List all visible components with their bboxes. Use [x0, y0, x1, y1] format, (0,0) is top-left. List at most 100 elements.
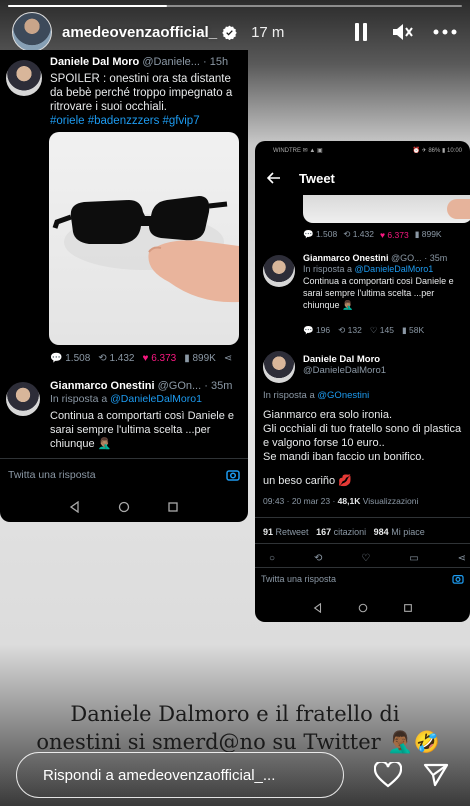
reply-author-avatar	[263, 255, 295, 287]
likes-total[interactable]: 984	[374, 527, 389, 537]
main-author: Daniele Dal Moro @DanieleDalMoro1	[303, 354, 386, 376]
in-reply-handle[interactable]: @DanieleDalMoro1	[110, 393, 202, 405]
reply-stats: 💬 196 ⟲ 132 ♡ 145 ▮ 58K	[303, 325, 424, 336]
in-reply-label: In risposta a	[263, 390, 315, 401]
views-count[interactable]: ▮ 899K	[415, 229, 442, 240]
quotes-label: citazioni	[333, 527, 367, 537]
tweet-header: Daniele Dal Moro @Daniele... · 15h	[50, 56, 242, 68]
in-reply-line: In risposta a @DanieleDalMoro1	[303, 263, 466, 275]
recents-icon[interactable]	[167, 501, 179, 513]
views-count-value: 899K	[421, 229, 442, 239]
home-icon[interactable]	[358, 603, 368, 613]
retweet-count[interactable]: ⟲ 1.432	[98, 353, 134, 364]
home-icon[interactable]	[118, 501, 130, 513]
camera-icon[interactable]	[452, 574, 464, 584]
right-tweet-screenshot: WINDTRE ✉ ▲ ▣ ⏰ ✈ 86% ▮ 10:00 Tweet 💬 1.…	[255, 141, 470, 622]
reply-placeholder[interactable]: Twitta una risposta	[261, 574, 452, 584]
tweet-stats: 💬 1.508 ⟲ 1.432 ♥ 6.373 ▮ 899K ⋖	[50, 353, 232, 364]
retweets-total[interactable]: 91	[263, 527, 273, 537]
retweet-icon[interactable]: ⟲	[314, 553, 322, 564]
reply-placeholder[interactable]: Twitta una risposta	[8, 469, 226, 481]
reply-count[interactable]: 💬 196	[303, 325, 330, 336]
main-text-1: Gianmarco era solo ironia.	[263, 409, 393, 421]
story-reply-input[interactable]: Rispondi a amedeovenzaofficial_...	[16, 752, 344, 798]
status-bar: WINDTRE ✉ ▲ ▣ ⏰ ✈ 86% ▮ 10:00	[255, 141, 470, 159]
reply-text: Continua a comportarti così Daniele e sa…	[50, 410, 235, 450]
like-count-value: 6.373	[151, 353, 177, 364]
bookmark-icon[interactable]: ▭	[409, 553, 418, 564]
story-username[interactable]: amedeovenzaofficial_	[62, 24, 217, 41]
views-count[interactable]: ▮ 58K	[402, 325, 424, 336]
in-reply-line: In risposta a @GOnestini	[263, 389, 470, 403]
reply-author-name: Gianmarco Onestini	[50, 380, 155, 392]
in-reply-handle[interactable]: @GOnestini	[317, 390, 369, 401]
views-count[interactable]: ▮ 899K	[184, 353, 216, 364]
reply-time: · 35m	[204, 380, 233, 392]
reply-count-value: 1.508	[315, 229, 338, 239]
reply-author-handle: @GO...	[391, 253, 422, 263]
reply-composer[interactable]: Twitta una risposta	[255, 567, 470, 589]
in-reply-line: In risposta a @DanieleDalMoro1	[50, 392, 242, 406]
retweet-count-value: 1.432	[352, 229, 374, 239]
share-icon[interactable]: ⋖	[458, 553, 466, 564]
tweet-photo-sunglasses	[49, 132, 239, 345]
like-count[interactable]: ♡ 145	[370, 325, 394, 336]
story-header: amedeovenzaofficial_ 17 m	[12, 12, 460, 52]
pause-icon[interactable]	[346, 17, 376, 47]
recents-icon[interactable]	[403, 603, 413, 613]
back-icon[interactable]	[313, 603, 323, 613]
back-icon[interactable]	[69, 501, 81, 513]
reply-author-name: Gianmarco Onestini	[303, 253, 389, 263]
like-count[interactable]: ♥ 6.373	[380, 230, 409, 240]
back-arrow-icon[interactable]	[267, 172, 281, 184]
camera-icon[interactable]	[226, 469, 240, 481]
retweet-count-value: 1.432	[109, 353, 135, 364]
likes-label: Mi piace	[391, 527, 425, 537]
status-left: WINDTRE ✉ ▲ ▣	[273, 147, 323, 154]
like-count[interactable]: ♥ 6.373	[142, 353, 176, 364]
retweet-count[interactable]: ⟲ 1.432	[343, 229, 374, 240]
views-count-value: 58K	[409, 325, 425, 335]
avatar[interactable]	[12, 12, 52, 52]
share-icon[interactable]: ⋖	[224, 353, 232, 364]
story-reply-placeholder: Rispondi a amedeovenzaofficial_...	[43, 766, 276, 784]
reply-count-value: 196	[315, 325, 331, 335]
main-author-avatar	[263, 351, 295, 383]
reply-count[interactable]: 💬 1.508	[50, 353, 90, 364]
quotes-total[interactable]: 167	[316, 527, 331, 537]
tweet-timestamp: 09:43 · 20 mar 23 ·	[263, 496, 336, 506]
like-icon[interactable]: ♡	[361, 553, 370, 564]
reply-header: Gianmarco Onestini @GO... · 35m	[303, 253, 466, 263]
reply-icon[interactable]: ○	[269, 553, 275, 564]
heart-icon[interactable]	[370, 757, 406, 793]
mute-icon[interactable]	[388, 17, 418, 47]
android-nav-bar	[0, 492, 248, 522]
in-reply-label: In risposta a	[50, 393, 108, 405]
views-count-value: 899K	[192, 353, 216, 364]
tweet-app-bar: Tweet	[255, 159, 470, 197]
story-caption: Daniele Dalmoro e il fratello di onestin…	[0, 700, 470, 756]
in-reply-handle[interactable]: @DanieleDalMoro1	[355, 264, 434, 274]
reply-tweet: Gianmarco Onestini @GOn... · 35m In risp…	[50, 380, 242, 451]
send-icon[interactable]	[418, 757, 454, 793]
tweet-views: 48,1K	[337, 496, 361, 506]
tweet-views-label: Visualizzazioni	[362, 496, 419, 506]
tweet: Daniele Dal Moro @Daniele... · 15h SPOIL…	[0, 50, 248, 128]
tweet-hashtags[interactable]: #oriele #badenzzzers #gfvip7	[50, 114, 242, 128]
story-progress-bar	[8, 5, 462, 7]
reply-text: Continua a comportarti così Daniele e sa…	[303, 276, 454, 310]
retweet-count[interactable]: ⟲ 132	[338, 325, 362, 336]
more-icon[interactable]	[430, 17, 460, 47]
tweet-author-name: Daniele Dal Moro	[50, 56, 140, 68]
like-count-value: 6.373	[387, 229, 409, 240]
story-time: 17 m	[251, 23, 285, 41]
tweet-meta: 09:43 · 20 mar 23 · 48,1K Visualizzazion…	[263, 494, 470, 508]
story-footer: Rispondi a amedeovenzaofficial_...	[16, 750, 454, 800]
top-tweet-stats: 💬 1.508 ⟲ 1.432 ♥ 6.373 ▮ 899K	[303, 229, 442, 240]
reply-count[interactable]: 💬 1.508	[303, 229, 337, 240]
retweet-count-value: 132	[347, 325, 362, 335]
main-tweet: In risposta a @GOnestini Gianmarco era s…	[263, 389, 470, 508]
main-text-2: Gli occhiali di tuo fratello sono di pla…	[263, 423, 462, 449]
reply-composer[interactable]: Twitta una risposta	[0, 458, 248, 490]
main-tweet-counts: 91 Retweet 167 citazioni 984 Mi piace	[263, 525, 425, 539]
